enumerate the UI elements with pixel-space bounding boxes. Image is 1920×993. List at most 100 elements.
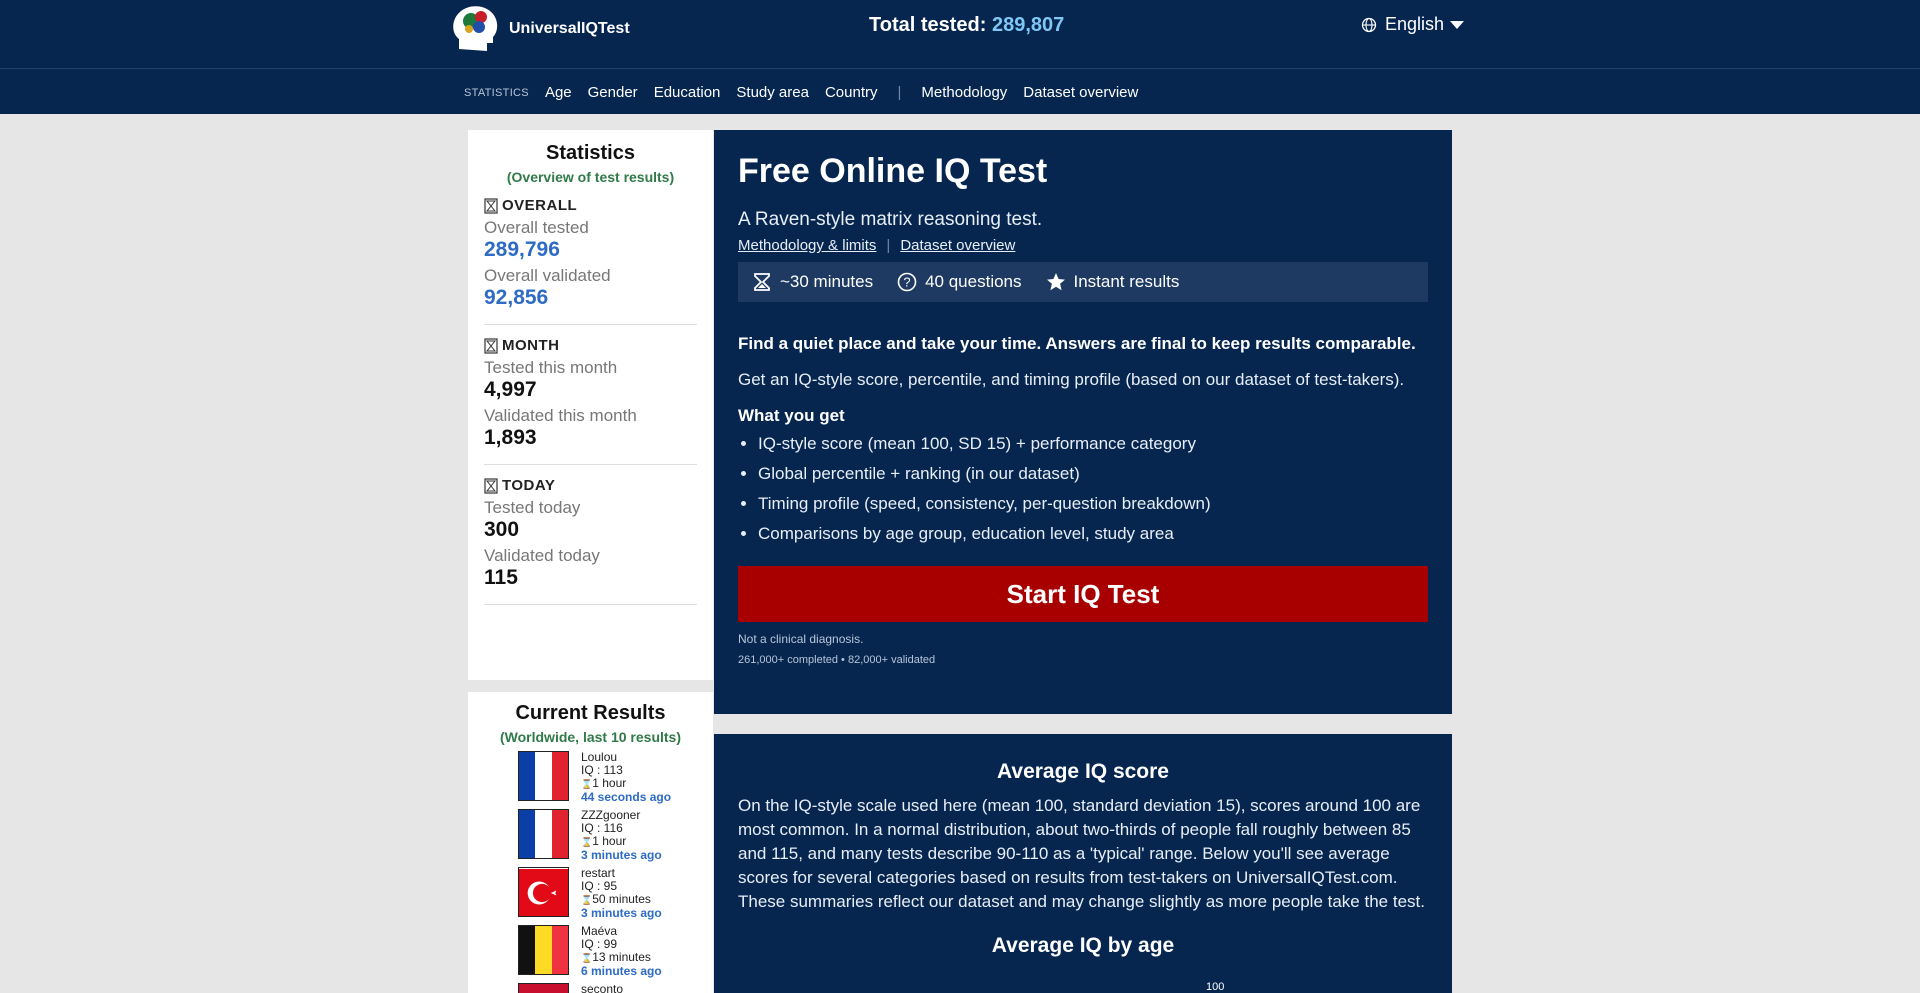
completion-note: 261,000+ completed • 82,000+ validated bbox=[738, 654, 936, 666]
result-info: ZZZgooner IQ : 116 ⌛1 hour 3 minutes ago bbox=[581, 809, 662, 867]
month-tested-value: 4,997 bbox=[484, 378, 537, 401]
month-validated-value: 1,893 bbox=[484, 426, 537, 449]
today-validated-value: 115 bbox=[484, 566, 518, 589]
start-test-button[interactable]: Start IQ Test bbox=[738, 566, 1428, 622]
result-info: seconto bbox=[581, 983, 623, 993]
nav-item-dataset-overview[interactable]: Dataset overview bbox=[1023, 84, 1138, 101]
result-item[interactable]: seconto bbox=[518, 983, 713, 993]
today-heading: TODAY bbox=[502, 477, 556, 494]
feature-item: IQ-style score (mean 100, SD 15) + perfo… bbox=[758, 434, 1428, 454]
today-tested-label: Tested today bbox=[484, 498, 581, 517]
globe-icon bbox=[1361, 17, 1377, 32]
today-block: TODAY Tested today 300 Validated today 1… bbox=[484, 465, 697, 605]
site-logo[interactable]: UniversalIQTest bbox=[449, 3, 630, 55]
country-flag-icon bbox=[518, 751, 569, 801]
language-label: English bbox=[1385, 14, 1445, 34]
hourglass-icon bbox=[484, 337, 498, 354]
duration-pill: ~30 minutes bbox=[752, 272, 873, 292]
overall-validated-label: Overall validated bbox=[484, 266, 611, 285]
description-text: Get an IQ-style score, percentile, and t… bbox=[738, 370, 1405, 389]
feature-item: Global percentile + ranking (in our data… bbox=[758, 464, 1428, 484]
result-info: restart IQ : 95 ⌛50 minutes 3 minutes ago bbox=[581, 867, 662, 925]
month-tested-label: Tested this month bbox=[484, 358, 618, 377]
result-info: Maéva IQ : 99 ⌛13 minutes 6 minutes ago bbox=[581, 925, 662, 983]
info-pills: ~30 minutes ? 40 questions Instant resul… bbox=[738, 262, 1428, 302]
total-label: Total tested: bbox=[869, 14, 987, 36]
result-item[interactable]: Maéva IQ : 99 ⌛13 minutes 6 minutes ago bbox=[518, 925, 713, 983]
results-list: Loulou IQ : 113 ⌛1 hour 44 seconds ago ZZZgo… bbox=[468, 751, 713, 993]
result-duration: ⌛1 hour bbox=[581, 777, 671, 791]
disclaimer-note: Not a clinical diagnosis. bbox=[738, 632, 864, 646]
features-list: IQ-style score (mean 100, SD 15) + perfo… bbox=[738, 434, 1428, 544]
average-iq-title: Average IQ score bbox=[997, 760, 1169, 783]
feature-item: Comparisons by age group, education leve… bbox=[758, 524, 1428, 544]
average-iq-section: Average IQ score On the IQ-style scale u… bbox=[714, 734, 1452, 993]
average-iq-text: On the IQ-style scale used here (mean 10… bbox=[738, 796, 1425, 911]
overall-validated-value: 92,856 bbox=[484, 286, 549, 309]
hero-links: Methodology & limits | Dataset overview bbox=[738, 237, 1428, 254]
instant-results-text: Instant results bbox=[1073, 272, 1180, 291]
duration-text: ~30 minutes bbox=[780, 272, 874, 291]
hourglass-icon: ⌛ bbox=[581, 953, 593, 963]
hourglass-icon: ⌛ bbox=[581, 895, 593, 905]
svg-text:?: ? bbox=[903, 275, 910, 290]
results-title: Current Results bbox=[515, 702, 666, 724]
country-flag-icon bbox=[518, 983, 569, 993]
today-validated-label: Validated today bbox=[484, 546, 600, 565]
nav-item-study-area[interactable]: Study area bbox=[736, 84, 809, 101]
today-tested-value: 300 bbox=[484, 518, 520, 541]
nav-divider: | bbox=[897, 84, 902, 101]
month-heading: MONTH bbox=[502, 337, 560, 354]
nav-item-methodology[interactable]: Methodology bbox=[921, 84, 1007, 101]
statistics-subtitle: (Overview of test results) bbox=[506, 169, 675, 185]
result-item[interactable]: Loulou IQ : 113 ⌛1 hour 44 seconds ago bbox=[518, 751, 713, 809]
stats-navbar: STATISTICS Age Gender Education Study ar… bbox=[0, 69, 1920, 114]
nav-item-age[interactable]: Age bbox=[545, 84, 572, 101]
result-time-ago: 3 minutes ago bbox=[581, 906, 662, 920]
current-results-card: Current Results (Worldwide, last 10 resu… bbox=[468, 692, 713, 993]
total-tested: Total tested: 289,807 bbox=[869, 14, 1064, 37]
language-selector[interactable]: English bbox=[1361, 14, 1465, 35]
result-time-ago: 3 minutes ago bbox=[581, 848, 662, 862]
result-item[interactable]: ZZZgooner IQ : 116 ⌛1 hour 3 minutes ago bbox=[518, 809, 713, 867]
country-flag-icon bbox=[518, 867, 569, 917]
month-validated-label: Validated this month bbox=[484, 406, 637, 425]
nav-section-label: STATISTICS bbox=[464, 86, 529, 99]
star-icon bbox=[1046, 273, 1065, 291]
intro-text: Find a quiet place and take your time. A… bbox=[738, 334, 1416, 353]
page-title: Free Online IQ Test bbox=[738, 152, 1048, 190]
what-you-get-title: What you get bbox=[738, 406, 845, 425]
result-duration: ⌛1 hour bbox=[581, 835, 662, 849]
nav-item-education[interactable]: Education bbox=[654, 84, 721, 101]
methodology-link[interactable]: Methodology & limits bbox=[738, 237, 876, 254]
question-icon: ? bbox=[897, 272, 917, 292]
statistics-title: Statistics bbox=[546, 142, 635, 164]
brain-logo-icon bbox=[449, 3, 501, 55]
link-divider: | bbox=[886, 237, 891, 254]
chart-tick-label: 100 bbox=[1206, 981, 1225, 993]
hourglass-icon bbox=[484, 197, 498, 214]
hourglass-icon bbox=[754, 273, 770, 291]
results-subtitle: (Worldwide, last 10 results) bbox=[499, 729, 681, 745]
total-value: 289,807 bbox=[991, 14, 1065, 36]
site-name: UniversalIQTest bbox=[509, 20, 630, 37]
result-item[interactable]: restart IQ : 95 ⌛50 minutes 3 minutes ago bbox=[518, 867, 713, 925]
questions-text: 40 questions bbox=[925, 272, 1022, 291]
nav-item-gender[interactable]: Gender bbox=[588, 84, 638, 101]
result-time-ago: 44 seconds ago bbox=[581, 790, 672, 804]
country-flag-icon bbox=[518, 925, 569, 975]
tagline: A Raven-style matrix reasoning test. bbox=[738, 209, 1043, 230]
result-duration-text: 1 hour bbox=[592, 776, 627, 790]
country-flag-icon bbox=[518, 809, 569, 859]
result-time-ago: 6 minutes ago bbox=[581, 964, 662, 978]
feature-item: Timing profile (speed, consistency, per-… bbox=[758, 494, 1428, 514]
chevron-down-icon bbox=[1450, 20, 1465, 29]
overall-block: OVERALL Overall tested 289,796 Overall v… bbox=[484, 185, 697, 325]
nav-item-country[interactable]: Country bbox=[825, 84, 878, 101]
result-duration: ⌛50 minutes bbox=[581, 893, 662, 907]
result-duration-text: 50 minutes bbox=[592, 892, 651, 906]
dataset-overview-link[interactable]: Dataset overview bbox=[900, 237, 1015, 254]
questions-pill: ? 40 questions bbox=[897, 272, 1022, 292]
month-block: MONTH Tested this month 4,997 Validated … bbox=[484, 325, 697, 465]
result-duration: ⌛13 minutes bbox=[581, 951, 662, 965]
